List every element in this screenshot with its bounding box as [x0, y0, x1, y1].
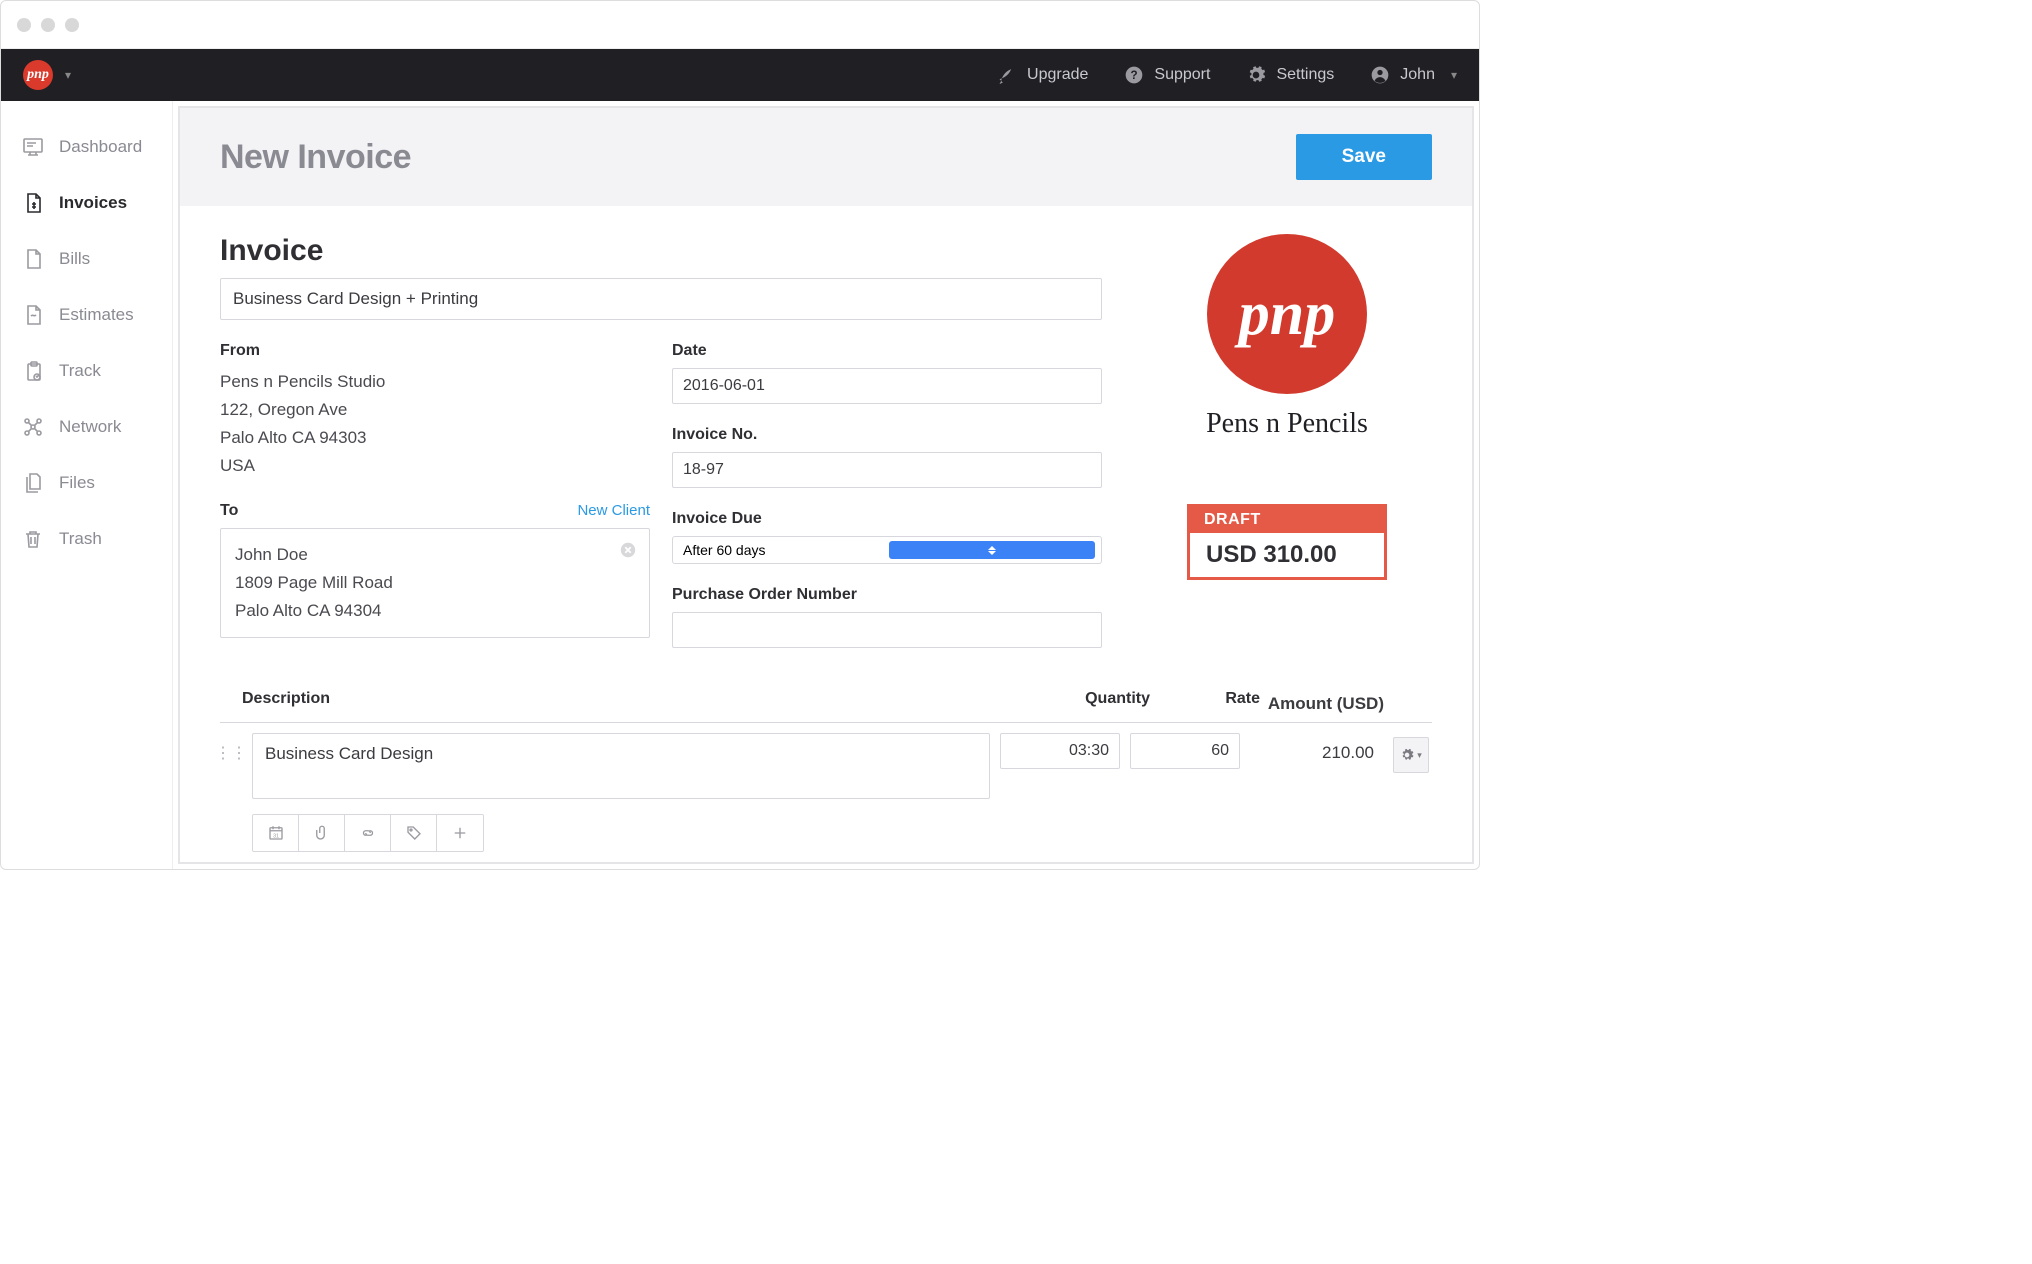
sidebar-item-label: Network: [59, 417, 121, 437]
gear-icon: [1246, 65, 1266, 85]
invoices-icon: [21, 191, 45, 215]
col-quantity: Quantity: [1030, 690, 1150, 708]
chevron-down-icon: ▾: [1451, 68, 1457, 82]
sidebar-item-trash[interactable]: Trash: [1, 511, 172, 567]
rocket-icon: [997, 65, 1017, 85]
from-country: USA: [220, 452, 650, 480]
invoice-due-select[interactable]: After 60 days: [672, 536, 1102, 564]
new-client-link[interactable]: New Client: [577, 502, 650, 519]
line-items-header: Description Quantity Rate Amount (USD): [220, 676, 1432, 723]
clear-client-icon[interactable]: [619, 541, 637, 559]
nav-upgrade[interactable]: Upgrade: [997, 65, 1088, 85]
invoice-total-box: DRAFT USD 310.00: [1187, 504, 1387, 580]
nav-user-menu[interactable]: John ▾: [1370, 65, 1457, 85]
sidebar-item-label: Track: [59, 361, 101, 381]
line-item-toolbar: 31: [252, 814, 484, 852]
chevron-down-icon: ▾: [65, 68, 71, 82]
line-quantity-input[interactable]: [1000, 733, 1120, 769]
sidebar-item-network[interactable]: Network: [1, 399, 172, 455]
page-title: New Invoice: [220, 138, 411, 177]
company-name: Pens n Pencils: [1142, 408, 1432, 440]
invoice-due-value: After 60 days: [683, 542, 889, 558]
from-addr1: 122, Oregon Ave: [220, 396, 650, 424]
to-addr1: 1809 Page Mill Road: [235, 569, 635, 597]
col-rate: Rate: [1150, 690, 1260, 708]
invoice-heading: Invoice: [220, 234, 1102, 268]
trash-icon: [21, 527, 45, 551]
help-icon: ?: [1124, 65, 1144, 85]
nav-settings[interactable]: Settings: [1246, 65, 1334, 85]
invoice-no-label: Invoice No.: [672, 426, 1102, 444]
svg-text:?: ?: [1131, 69, 1138, 82]
sidebar-item-estimates[interactable]: Estimates: [1, 287, 172, 343]
po-input[interactable]: [672, 612, 1102, 648]
date-label: Date: [672, 342, 1102, 360]
line-settings-button[interactable]: ▾: [1393, 737, 1429, 773]
network-icon: [21, 415, 45, 439]
top-nav: pnp ▾ Upgrade ? Support Settings: [1, 49, 1479, 101]
sidebar-item-label: Bills: [59, 249, 90, 269]
sidebar-item-label: Invoices: [59, 193, 127, 213]
sidebar-item-invoices[interactable]: Invoices: [1, 175, 172, 231]
nav-support[interactable]: ? Support: [1124, 65, 1210, 85]
traffic-light-close[interactable]: [17, 18, 31, 32]
po-label: Purchase Order Number: [672, 586, 1102, 604]
company-logo: pnp: [1207, 234, 1367, 394]
traffic-light-minimize[interactable]: [41, 18, 55, 32]
drag-handle-icon[interactable]: ⋮⋮: [220, 733, 242, 763]
brand-menu[interactable]: pnp ▾: [23, 60, 71, 90]
window-titlebar: [1, 1, 1479, 49]
invoice-due-label: Invoice Due: [672, 510, 1102, 528]
nav-settings-label: Settings: [1276, 66, 1334, 84]
to-label: To: [220, 502, 238, 520]
nav-upgrade-label: Upgrade: [1027, 66, 1088, 84]
line-rate-input[interactable]: [1130, 733, 1240, 769]
user-avatar-icon: [1370, 65, 1390, 85]
invoice-no-input[interactable]: [672, 452, 1102, 488]
invoice-total-amount: USD 310.00: [1190, 533, 1384, 577]
sidebar: Dashboard Invoices Bills Estimates Track…: [1, 101, 173, 869]
nav-user-label: John: [1400, 66, 1435, 84]
sidebar-item-files[interactable]: Files: [1, 455, 172, 511]
line-item-row: ⋮⋮ Business Card Design 210.00: [220, 723, 1432, 810]
invoice-subject-input[interactable]: [220, 278, 1102, 320]
sidebar-item-dashboard[interactable]: Dashboard: [1, 119, 172, 175]
from-name: Pens n Pencils Studio: [220, 368, 650, 396]
from-label: From: [220, 342, 650, 360]
chevron-down-icon: ▾: [1417, 750, 1422, 761]
calendar-button[interactable]: 31: [253, 815, 299, 851]
dashboard-icon: [21, 135, 45, 159]
estimates-icon: [21, 303, 45, 327]
traffic-light-zoom[interactable]: [65, 18, 79, 32]
tag-button[interactable]: [391, 815, 437, 851]
panel-header: New Invoice Save: [180, 108, 1472, 206]
select-stepper-icon: [889, 541, 1095, 559]
track-icon: [21, 359, 45, 383]
sidebar-item-label: Estimates: [59, 305, 134, 325]
to-client-box[interactable]: John Doe 1809 Page Mill Road Palo Alto C…: [220, 528, 650, 638]
line-description-input[interactable]: Business Card Design: [252, 733, 990, 799]
line-amount: 210.00: [1250, 733, 1380, 763]
nav-support-label: Support: [1154, 66, 1210, 84]
to-name: John Doe: [235, 541, 635, 569]
add-line-button[interactable]: [437, 815, 483, 851]
status-badge: DRAFT: [1190, 507, 1384, 533]
save-button[interactable]: Save: [1296, 134, 1432, 180]
sidebar-item-label: Dashboard: [59, 137, 142, 157]
sidebar-item-bills[interactable]: Bills: [1, 231, 172, 287]
bills-icon: [21, 247, 45, 271]
date-input[interactable]: [672, 368, 1102, 404]
col-description: Description: [242, 690, 1030, 708]
link-button[interactable]: [345, 815, 391, 851]
files-icon: [21, 471, 45, 495]
col-amount: Amount (USD): [1260, 684, 1390, 714]
brand-logo-icon: pnp: [23, 60, 53, 90]
svg-text:31: 31: [273, 834, 279, 840]
to-addr2: Palo Alto CA 94304: [235, 597, 635, 625]
sidebar-item-label: Files: [59, 473, 95, 493]
from-addr2: Palo Alto CA 94303: [220, 424, 650, 452]
sidebar-item-track[interactable]: Track: [1, 343, 172, 399]
attachment-button[interactable]: [299, 815, 345, 851]
sidebar-item-label: Trash: [59, 529, 102, 549]
